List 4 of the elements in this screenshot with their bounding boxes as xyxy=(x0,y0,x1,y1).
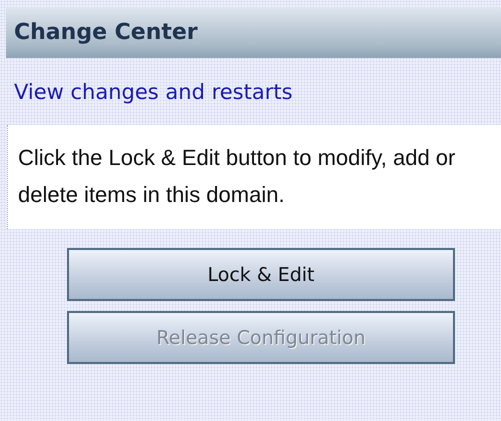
message-text: Click the Lock & Edit button to modify, add or delete items in this domain. xyxy=(7,125,501,229)
panel-title: Change Center xyxy=(14,20,198,45)
view-changes-link[interactable]: View changes and restarts xyxy=(14,80,293,104)
panel-button[interactable]: Lock & Edit xyxy=(67,248,455,301)
